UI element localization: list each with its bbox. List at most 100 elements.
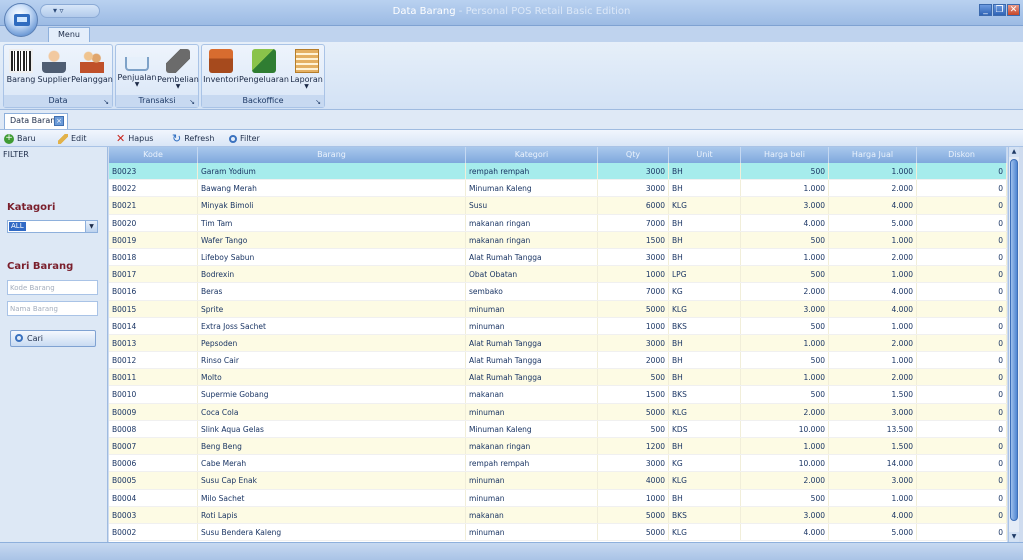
- table-row[interactable]: B0010 Supermie Gobang makanan 1500 BKS 500 1.5…: [109, 386, 1007, 404]
- cell-qty: 6000: [598, 197, 669, 214]
- dialog-launcher-icon[interactable]: ↘: [315, 98, 321, 106]
- table-row[interactable]: B0021 Minyak Bimoli Susu 6000 KLG 3.000 4.000 0: [109, 197, 1007, 215]
- table-row[interactable]: B0009 Coca Cola minuman 5000 KLG 2.000 3.000 0: [109, 403, 1007, 421]
- cell-harga-jual: 1.000: [829, 352, 917, 369]
- table-row[interactable]: B0003 Roti Lapis makanan 5000 BKS 3.000 4.000 0: [109, 506, 1007, 524]
- table-row[interactable]: B0019 Wafer Tango makanan ringan 1500 BH 500 1…: [109, 231, 1007, 249]
- cell-qty: 7000: [598, 214, 669, 231]
- edit-button[interactable]: Edit: [58, 132, 87, 145]
- ribbon-group-transaksi: Penjualan ▼ Pembelian ▼ Transaksi ↘: [115, 44, 199, 108]
- table-row[interactable]: B0012 Rinso Cair Alat Rumah Tangga 2000 BH 50…: [109, 352, 1007, 370]
- cari-button[interactable]: Cari: [10, 330, 96, 347]
- cell-harga-beli: 1.000: [741, 180, 829, 197]
- column-header-harga-beli[interactable]: Harga beli: [741, 147, 829, 163]
- filter-button[interactable]: Filter: [229, 132, 260, 145]
- tab-menu[interactable]: Menu: [48, 27, 90, 43]
- pelanggan-button[interactable]: Pelanggan: [71, 47, 113, 95]
- hapus-button[interactable]: ✕ Hapus: [116, 132, 153, 145]
- cell-unit: BH: [669, 438, 741, 455]
- scroll-thumb[interactable]: [1010, 159, 1018, 521]
- cell-unit: KLG: [669, 403, 741, 420]
- cell-unit: KLG: [669, 523, 741, 541]
- column-header-unit[interactable]: Unit: [669, 147, 741, 163]
- cell-harga-beli: 1.000: [741, 248, 829, 266]
- cell-barang: Bawang Merah: [198, 180, 466, 197]
- table-row[interactable]: B0006 Cabe Merah rempah rempah 3000 KG 10.000…: [109, 455, 1007, 473]
- cell-harga-beli: 500: [741, 266, 829, 283]
- cell-harga-beli: 1.000: [741, 438, 829, 455]
- table-row[interactable]: B0008 Slink Aqua Gelas Minuman Kaleng 500 KD…: [109, 420, 1007, 438]
- cell-kategori: minuman: [466, 523, 598, 541]
- table-row[interactable]: B0015 Sprite minuman 5000 KLG 3.000 4.000 0: [109, 300, 1007, 318]
- tab-data-barang[interactable]: Data Barang ×: [4, 113, 68, 129]
- table-row[interactable]: B0002 Susu Bendera Kaleng minuman 5000 KLG 4.…: [109, 523, 1007, 542]
- minimize-button[interactable]: _: [979, 4, 992, 16]
- dialog-launcher-icon[interactable]: ↘: [103, 98, 109, 106]
- chevron-down-icon[interactable]: ▼: [85, 221, 97, 232]
- barang-button[interactable]: Barang: [5, 47, 37, 95]
- nama-barang-input[interactable]: [7, 301, 98, 316]
- penjualan-button[interactable]: Penjualan ▼: [117, 47, 157, 95]
- table-row[interactable]: B0017 Bodrexin Obat Obatan 1000 LPG 500 1.000 0: [109, 266, 1007, 284]
- cell-barang: Pepsoden: [198, 334, 466, 352]
- table-row[interactable]: B0023 Garam Yodium rempah rempah 3000 BH 500 1…: [109, 163, 1007, 181]
- table-row[interactable]: B0007 Beng Beng makanan ringan 1200 BH 1.000 1…: [109, 438, 1007, 456]
- cell-harga-jual: 1.500: [829, 386, 917, 403]
- close-tab-icon[interactable]: ×: [54, 116, 64, 126]
- kategori-select[interactable]: ALL ▼: [7, 220, 98, 233]
- baru-button[interactable]: + Baru: [4, 132, 36, 145]
- cell-harga-jual: 4.000: [829, 300, 917, 317]
- table-row[interactable]: B0022 Bawang Merah Minuman Kaleng 3000 BH 1.0…: [109, 180, 1007, 198]
- inventori-button[interactable]: Inventori: [203, 47, 239, 95]
- table-row[interactable]: B0013 Pepsoden Alat Rumah Tangga 3000 BH 1.00…: [109, 334, 1007, 353]
- pengeluaran-button[interactable]: Pengeluaran: [239, 47, 289, 95]
- scroll-down-icon[interactable]: ▼: [1009, 532, 1019, 542]
- restore-button[interactable]: ❐: [993, 4, 1006, 16]
- scroll-up-icon[interactable]: ▲: [1009, 147, 1019, 157]
- cell-diskon: 0: [917, 489, 1007, 506]
- search-icon: [229, 134, 237, 143]
- cell-harga-jual: 1.000: [829, 489, 917, 506]
- cell-barang: Roti Lapis: [198, 506, 466, 523]
- pembelian-button[interactable]: Pembelian ▼: [157, 47, 199, 95]
- cell-barang: Minyak Bimoli: [198, 197, 466, 214]
- table-row[interactable]: B0020 Tim Tam makanan ringan 7000 BH 4.000 5.0…: [109, 214, 1007, 232]
- cell-harga-beli: 3.000: [741, 300, 829, 317]
- table-row[interactable]: B0014 Extra Joss Sachet minuman 1000 BKS 500 1…: [109, 317, 1007, 335]
- chevron-down-icon: ▼: [134, 81, 140, 88]
- laporan-button[interactable]: Laporan ▼: [289, 47, 324, 95]
- column-header-harga-jual[interactable]: Harga Jual: [829, 147, 917, 163]
- cell-harga-jual: 1.000: [829, 266, 917, 283]
- vertical-scrollbar[interactable]: ▲ ▼: [1008, 147, 1019, 542]
- dialog-launcher-icon[interactable]: ↘: [189, 98, 195, 106]
- table-row[interactable]: B0011 Molto Alat Rumah Tangga 500 BH 1.000 2.0…: [109, 369, 1007, 387]
- cell-qty: 3000: [598, 180, 669, 197]
- cell-unit: BH: [669, 489, 741, 506]
- cell-harga-jual: 14.000: [829, 455, 917, 472]
- column-header-kategori[interactable]: Kategori: [466, 147, 598, 163]
- cell-qty: 500: [598, 420, 669, 437]
- column-header-barang[interactable]: Barang: [198, 147, 466, 163]
- app-menu-button[interactable]: [4, 3, 38, 37]
- table-row[interactable]: B0004 Milo Sachet minuman 1000 BH 500 1.000 0: [109, 489, 1007, 507]
- table-row[interactable]: B0005 Susu Cap Enak minuman 4000 KLG 2.000 3.0…: [109, 472, 1007, 490]
- cell-kode: B0011: [109, 369, 198, 386]
- cell-harga-beli: 500: [741, 489, 829, 506]
- supplier-button[interactable]: Supplier: [37, 47, 71, 95]
- chevron-down-icon: ▼: [175, 83, 181, 90]
- column-header-kode[interactable]: Kode: [109, 147, 198, 163]
- column-header-qty[interactable]: Qty: [598, 147, 669, 163]
- data-grid: Kode Barang Kategori Qty Unit Harga beli…: [109, 147, 1007, 542]
- table-row[interactable]: B0018 Lifeboy Sabun Alat Rumah Tangga 3000 B…: [109, 248, 1007, 267]
- column-header-diskon[interactable]: Diskon: [917, 147, 1007, 163]
- kode-barang-input[interactable]: [7, 280, 98, 295]
- table-row[interactable]: B0016 Beras sembako 7000 KG 2.000 4.000 0: [109, 283, 1007, 301]
- cell-kategori: minuman: [466, 489, 598, 506]
- calculator-icon: [166, 49, 190, 73]
- close-button[interactable]: ✕: [1007, 4, 1020, 16]
- cell-harga-beli: 4.000: [741, 214, 829, 231]
- refresh-button[interactable]: ↻ Refresh: [172, 132, 214, 145]
- cell-diskon: 0: [917, 369, 1007, 386]
- cell-unit: BH: [669, 180, 741, 197]
- cell-kode: B0004: [109, 489, 198, 506]
